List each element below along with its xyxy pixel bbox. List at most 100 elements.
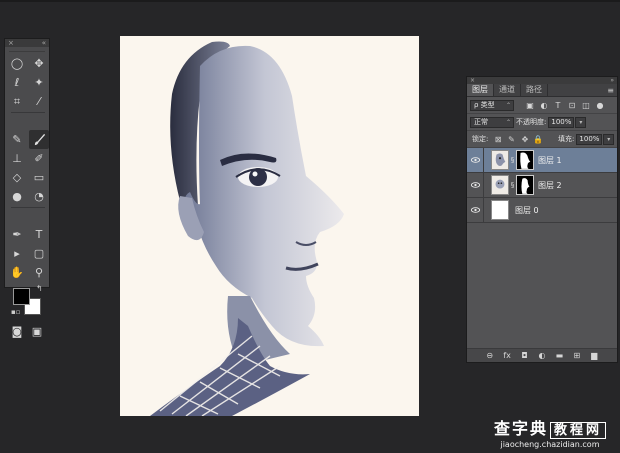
- layer-name[interactable]: 图层 0: [515, 205, 539, 216]
- color-swatches: ▪▫ ↰: [7, 284, 49, 322]
- elliptical-marquee-icon[interactable]: ◯: [7, 54, 27, 73]
- blend-opacity-row: 正常 ⌃ 不透明度: 100% ▾: [467, 114, 617, 131]
- opacity-label: 不透明度:: [516, 118, 547, 126]
- lasso-icon[interactable]: ℓ: [7, 73, 27, 92]
- collapse-icon[interactable]: «: [42, 39, 46, 47]
- layer-row-2[interactable]: § 图层 2: [467, 172, 617, 198]
- close-icon[interactable]: ×: [8, 39, 14, 47]
- delete-layer-icon[interactable]: ▆: [588, 351, 600, 360]
- blur-icon[interactable]: ●: [7, 187, 27, 206]
- clone-stamp-icon[interactable]: ⊥: [7, 149, 27, 168]
- filter-kind-select[interactable]: ρ 类型 ⌃: [470, 99, 514, 111]
- quick-mask-icon[interactable]: ◙: [8, 324, 26, 338]
- layers-panel-header[interactable]: × »: [467, 77, 617, 84]
- filter-toggle-icon[interactable]: ●: [594, 100, 606, 111]
- type-filter-icon[interactable]: T: [552, 100, 564, 111]
- path-selection-icon[interactable]: ▸: [7, 244, 27, 263]
- mask-link-icon[interactable]: §: [509, 156, 516, 164]
- default-colors-icon[interactable]: ▪▫: [11, 308, 21, 316]
- adjustment-layer-icon[interactable]: ◐: [536, 351, 548, 360]
- type-icon[interactable]: T: [29, 225, 49, 244]
- canvas-image: [120, 36, 419, 416]
- brush-icon[interactable]: [29, 130, 49, 149]
- watermark-url: jiaocheng.chazidian.com: [500, 440, 600, 449]
- foreground-color-swatch[interactable]: [13, 288, 30, 305]
- spot-healing-icon[interactable]: ✎: [7, 130, 27, 149]
- tools-panel-header[interactable]: × «: [5, 39, 49, 47]
- layer-row-1[interactable]: § 图层 1: [467, 147, 617, 173]
- fill-dropdown-icon[interactable]: ▾: [603, 133, 614, 145]
- new-layer-icon[interactable]: ⊞: [571, 351, 583, 360]
- pixel-filter-icon[interactable]: ▣: [524, 100, 536, 111]
- lock-label: 锁定:: [472, 135, 489, 143]
- hand-icon[interactable]: ✋: [7, 263, 27, 282]
- blend-mode-select[interactable]: 正常 ⌃: [470, 116, 514, 128]
- history-brush-icon[interactable]: ✐: [29, 149, 49, 168]
- visibility-eye-icon[interactable]: [467, 207, 483, 213]
- visibility-eye-icon[interactable]: [467, 157, 483, 163]
- layer-style-fx-icon[interactable]: fx: [501, 351, 513, 360]
- watermark-title-a: 查字典: [493, 419, 548, 438]
- lock-image-icon[interactable]: ✎: [506, 133, 517, 145]
- crop-icon[interactable]: ⌗: [7, 92, 27, 111]
- screen-mode-icon[interactable]: ▣: [28, 324, 46, 338]
- lock-transparent-icon[interactable]: ⊠: [492, 133, 503, 145]
- layer-name[interactable]: 图层 1: [538, 155, 562, 166]
- gradient-icon[interactable]: ▭: [29, 168, 49, 187]
- move-icon[interactable]: ✥: [29, 54, 49, 73]
- panel-menu-icon[interactable]: ≡: [607, 86, 614, 95]
- close-icon[interactable]: ×: [470, 77, 475, 84]
- tool-grid: ◯ ✥ ℓ ✦ ⌗ ⁄ ✎ ⊥ ✐ ◇ ▭ ● ◔ ✒ T ▸ ▢ ✋ ⚲: [5, 52, 49, 282]
- opacity-field[interactable]: 100%: [548, 116, 575, 128]
- visibility-eye-icon[interactable]: [467, 182, 483, 188]
- blend-mode-value: 正常: [474, 118, 488, 126]
- mode-tools: ◙ ▣: [5, 322, 49, 340]
- layer-thumbnail[interactable]: [491, 175, 509, 195]
- divider: [483, 172, 484, 198]
- divider: [483, 147, 484, 173]
- tool-divider: [11, 207, 45, 208]
- mask-link-icon[interactable]: §: [509, 181, 516, 189]
- layer-mask-thumbnail[interactable]: [516, 150, 534, 170]
- layers-panel-footer: ⊖ fx ◘ ◐ ▬ ⊞ ▆: [467, 348, 617, 362]
- link-layers-icon[interactable]: ⊖: [484, 351, 496, 360]
- collapse-icon[interactable]: »: [610, 77, 614, 84]
- swap-colors-icon[interactable]: ↰: [36, 284, 43, 293]
- dodge-icon[interactable]: ◔: [29, 187, 49, 206]
- adjustment-filter-icon[interactable]: ◐: [538, 100, 550, 111]
- new-group-icon[interactable]: ▬: [553, 351, 565, 360]
- tab-paths[interactable]: 路径: [521, 84, 548, 96]
- document-canvas[interactable]: [120, 36, 419, 416]
- layer-row-0[interactable]: 图层 0: [467, 197, 617, 223]
- watermark: 查字典 教程网 jiaocheng.chazidian.com: [494, 420, 606, 450]
- chevron-down-icon: ⌃: [505, 118, 511, 126]
- tab-channels[interactable]: 通道: [494, 84, 521, 96]
- add-mask-icon[interactable]: ◘: [519, 351, 531, 360]
- smart-object-filter-icon[interactable]: ◫: [580, 100, 592, 111]
- watermark-title: 查字典 教程网: [494, 420, 606, 440]
- eraser-icon[interactable]: ◇: [7, 168, 27, 187]
- eyedropper-icon[interactable]: ⁄: [29, 92, 49, 111]
- divider: [483, 197, 484, 223]
- fill-field[interactable]: 100%: [576, 133, 603, 145]
- lock-all-icon[interactable]: 🔒: [533, 133, 544, 145]
- lock-position-icon[interactable]: ✥: [519, 133, 530, 145]
- shape-filter-icon[interactable]: ⊡: [566, 100, 578, 111]
- chevron-down-icon: ⌃: [505, 101, 511, 109]
- pen-icon[interactable]: ✒: [7, 225, 27, 244]
- layer-thumbnail[interactable]: [491, 150, 509, 170]
- tools-panel: × « ◯ ✥ ℓ ✦ ⌗ ⁄ ✎ ⊥ ✐ ◇ ▭ ● ◔ ✒ T ▸ ▢ ✋ …: [4, 38, 50, 338]
- lock-fill-row: 锁定: ⊠ ✎ ✥ 🔒 填充: 100% ▾: [467, 131, 617, 148]
- tab-layers[interactable]: 图层: [467, 84, 494, 96]
- layer-thumbnail[interactable]: [491, 200, 509, 220]
- opacity-dropdown-icon[interactable]: ▾: [575, 116, 587, 128]
- layers-panel: × » 图层 通道 路径 ≡ ρ 类型 ⌃ ▣ ◐ T ⊡ ◫ ● 正常 ⌃ 不…: [466, 76, 618, 363]
- watermark-title-b: 教程网: [549, 422, 606, 439]
- rectangle-shape-icon[interactable]: ▢: [29, 244, 49, 263]
- layer-filter-row: ρ 类型 ⌃ ▣ ◐ T ⊡ ◫ ●: [467, 97, 617, 114]
- window-top-edge: [0, 0, 620, 2]
- layer-mask-thumbnail[interactable]: [516, 175, 534, 195]
- magic-wand-icon[interactable]: ✦: [29, 73, 49, 92]
- layer-name[interactable]: 图层 2: [538, 180, 562, 191]
- zoom-icon[interactable]: ⚲: [29, 263, 49, 282]
